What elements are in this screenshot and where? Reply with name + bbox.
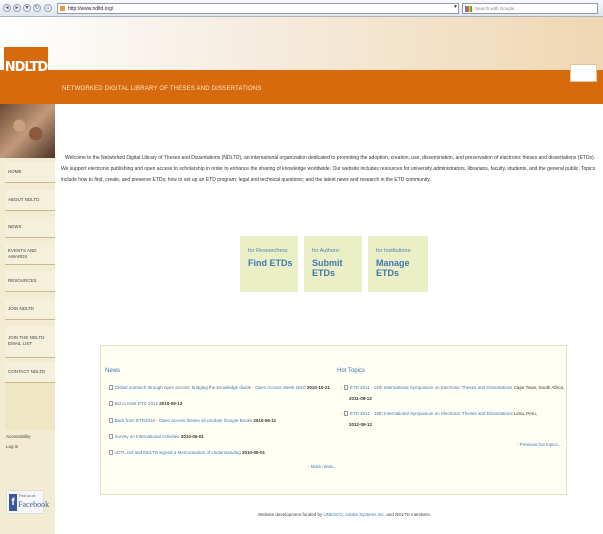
manage-etds-box[interactable]: for Institutions: Manage ETDs: [368, 236, 428, 292]
cta-label: for Authors:: [312, 248, 341, 254]
news-item[interactable]: › uOTL.net and NDLTD signed a Memorandum …: [105, 450, 265, 455]
sidebar-item-join[interactable]: JOIN NDLTD: [5, 299, 55, 320]
news-title: News: [105, 368, 121, 374]
document-icon: [108, 385, 113, 390]
document-icon: [108, 418, 113, 423]
facebook-find-label: Find us on: [19, 494, 36, 498]
hot-topic-date: 2011-09-13: [349, 396, 372, 401]
home-icon[interactable]: ⌂: [44, 4, 52, 12]
facebook-label: Facebook: [18, 500, 50, 509]
cta-label: for Institutions:: [376, 248, 412, 254]
hot-topics-title: Hot Topics: [337, 368, 365, 374]
document-icon: [108, 450, 113, 455]
search-input[interactable]: Search with Google: [462, 3, 598, 14]
sidebar: HOME ABOUT NDLTD NEWS EVENTS AND AWARDS …: [0, 104, 55, 534]
document-icon: [343, 411, 348, 416]
cta-label: for Researchers:: [248, 248, 289, 254]
submit-etds-link[interactable]: Submit ETDs: [312, 258, 362, 278]
browser-toolbar: ◄ ► ▼ ↻ ⌂ http://www.ndltd.org/ ▼ Search…: [0, 0, 603, 17]
news-item[interactable]: › Global outreach through open access: br…: [105, 385, 330, 390]
site-header: NDLTD NETWORKED DIGITAL LIBRARY OF THESE…: [0, 17, 603, 104]
sidebar-item-contact[interactable]: CONTACT NDLTD: [5, 362, 55, 383]
back-button-icon[interactable]: ◄: [3, 4, 11, 12]
news-item[interactable]: › Back from ETD2010 - Open access theses …: [105, 418, 276, 423]
document-icon: [108, 401, 113, 406]
sidebar-item-resources[interactable]: RESOURCES: [5, 271, 55, 292]
google-icon: [465, 6, 472, 12]
accessibility-link[interactable]: Accessibility: [6, 434, 31, 439]
footer: Website development funded by UNESCO, Ad…: [258, 512, 431, 517]
hot-topic-item[interactable]: › ETD 2012 - 15th International Symposiu…: [341, 411, 537, 416]
hot-topic-date: 2012-09-12: [349, 422, 373, 427]
sidebar-spacer: [5, 383, 55, 430]
favicon-icon: [60, 6, 65, 11]
sidebar-item-home[interactable]: HOME: [5, 162, 55, 183]
hot-topic-item[interactable]: › ETD 2011 - 14th International Symposiu…: [341, 385, 564, 390]
document-icon: [343, 385, 348, 390]
dropdown-history-icon[interactable]: ▼: [23, 4, 31, 12]
previous-hot-topics-link[interactable]: › Previous hot topics...: [517, 442, 562, 447]
sidebar-item-events[interactable]: EVENTS AND AWARDS: [5, 244, 55, 265]
unesco-link[interactable]: UNESCO: [323, 512, 342, 517]
submit-etds-box[interactable]: for Authors: Submit ETDs: [304, 236, 362, 292]
address-bar-url: http://www.ndltd.org/: [68, 6, 114, 12]
adobe-link[interactable]: Adobe Systems Inc.: [345, 512, 385, 517]
facebook-badge[interactable]: f Find us on Facebook: [6, 490, 49, 514]
sidebar-item-about[interactable]: ABOUT NDLTD: [5, 190, 55, 211]
forward-button-icon[interactable]: ►: [13, 4, 21, 12]
news-panel: News › Global outreach through open acces…: [100, 345, 567, 495]
more-news-link[interactable]: › More news...: [308, 464, 337, 469]
find-etds-link[interactable]: Find ETDs: [248, 258, 293, 268]
sidebar-item-news[interactable]: NEWS: [5, 217, 55, 238]
reload-icon[interactable]: ↻: [33, 4, 41, 12]
students-photo: [0, 104, 55, 158]
news-item[interactable]: › Bid to Host ETD 2012 2010-09-13: [105, 401, 182, 406]
ndltd-logo[interactable]: NDLTD: [4, 47, 48, 89]
sidebar-item-email-list[interactable]: JOIN THE NDLTD EMAIL LIST: [5, 326, 55, 358]
header-search-box[interactable]: [570, 64, 597, 82]
site-title: NETWORKED DIGITAL LIBRARY OF THESES AND …: [62, 86, 262, 92]
find-etds-box[interactable]: for Researchers: Find ETDs: [240, 236, 298, 292]
search-placeholder: Search with Google: [475, 6, 515, 11]
header-top: [0, 17, 603, 70]
manage-etds-link[interactable]: Manage ETDs: [376, 258, 428, 278]
login-link[interactable]: Log in: [6, 444, 18, 449]
address-bar[interactable]: http://www.ndltd.org/: [57, 3, 459, 14]
facebook-icon: f: [9, 494, 17, 511]
news-item[interactable]: › Survey on International Activities 2010…: [105, 434, 204, 439]
address-dropdown-icon[interactable]: ▼: [453, 4, 458, 10]
document-icon: [108, 434, 113, 439]
welcome-text: Welcome to the Networked Digital Library…: [61, 155, 596, 183]
